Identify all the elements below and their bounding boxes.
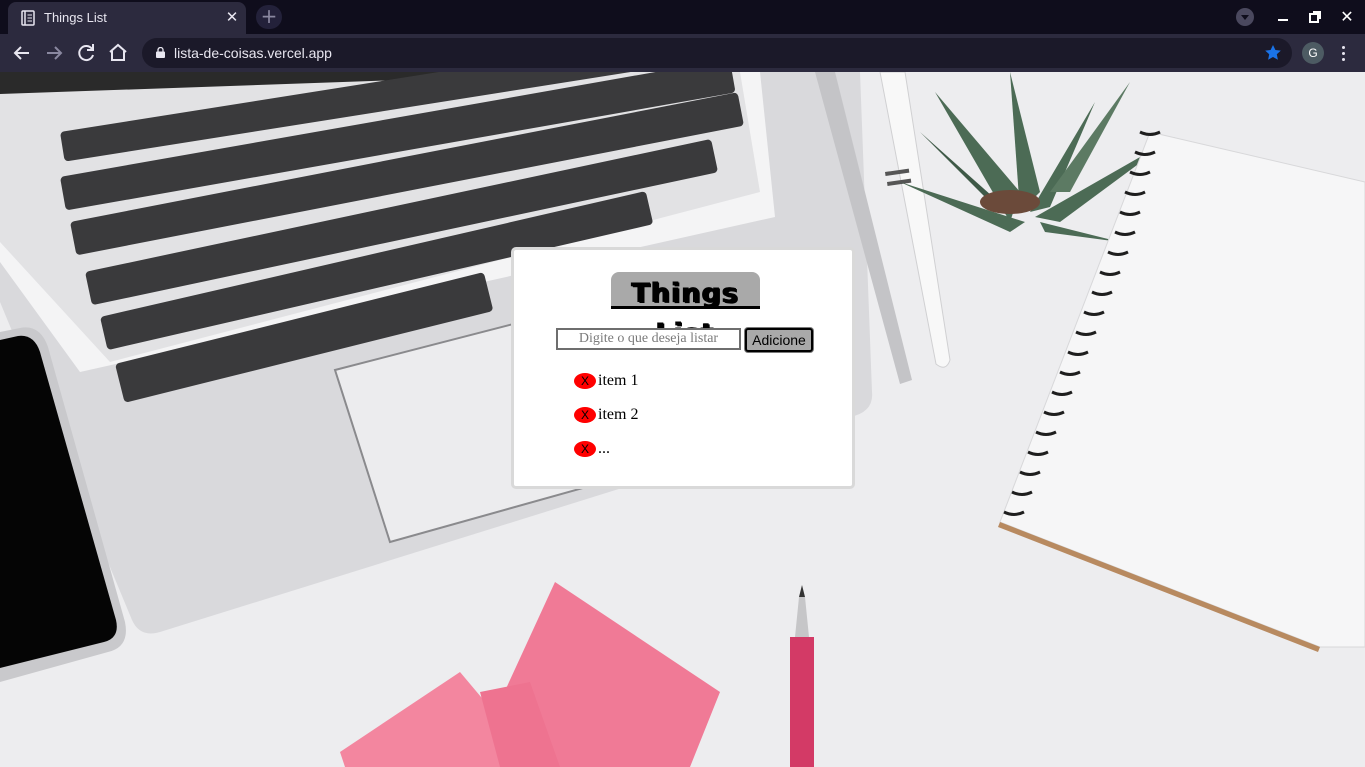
back-arrow-icon[interactable] [10, 41, 34, 65]
restore-icon[interactable] [1304, 6, 1326, 28]
list-item-text: ... [598, 440, 610, 457]
page-viewport: Things List Adicione X item 1 X item 2 X… [0, 72, 1365, 767]
items-list: X item 1 X item 2 X ... [574, 364, 638, 466]
new-tab-icon[interactable]: + [256, 5, 282, 29]
list-item-text: item 1 [598, 372, 639, 389]
lock-icon[interactable] [156, 47, 165, 58]
remove-item-button[interactable]: X [574, 441, 596, 457]
notebook-icon [21, 10, 35, 26]
minimize-icon[interactable] [1272, 6, 1294, 28]
tab-close-icon[interactable]: ✕ [224, 9, 240, 25]
url-text: lista-de-coisas.vercel.app [174, 45, 332, 61]
list-item: X item 2 [574, 398, 638, 432]
close-window-icon[interactable]: ✕ [1336, 6, 1358, 28]
remove-item-button[interactable]: X [574, 373, 596, 389]
tab-title: Things List [44, 10, 107, 25]
profile-avatar[interactable]: G [1302, 42, 1324, 64]
item-input[interactable] [556, 328, 741, 350]
browser-toolbar: lista-de-coisas.vercel.app G [0, 34, 1365, 72]
list-item-text: item 2 [598, 406, 639, 423]
remove-item-button[interactable]: X [574, 407, 596, 423]
add-item-button[interactable]: Adicione [745, 328, 813, 352]
reload-icon[interactable] [74, 41, 98, 65]
browser-menu-icon[interactable] [1334, 42, 1354, 64]
list-item: X ... [574, 432, 638, 466]
list-item: X item 1 [574, 364, 638, 398]
bookmark-star-icon[interactable] [1262, 42, 1284, 64]
tab-strip: Things List ✕ + ✕ [0, 0, 1365, 34]
tab-things-list[interactable]: Things List ✕ [8, 2, 246, 34]
things-list-card: Things List Adicione X item 1 X item 2 X… [511, 247, 855, 489]
tab-search-icon[interactable] [1236, 8, 1254, 26]
address-bar[interactable]: lista-de-coisas.vercel.app [142, 38, 1292, 68]
forward-arrow-icon[interactable] [42, 41, 66, 65]
home-icon[interactable] [106, 41, 130, 65]
app-title: Things List [611, 272, 760, 349]
